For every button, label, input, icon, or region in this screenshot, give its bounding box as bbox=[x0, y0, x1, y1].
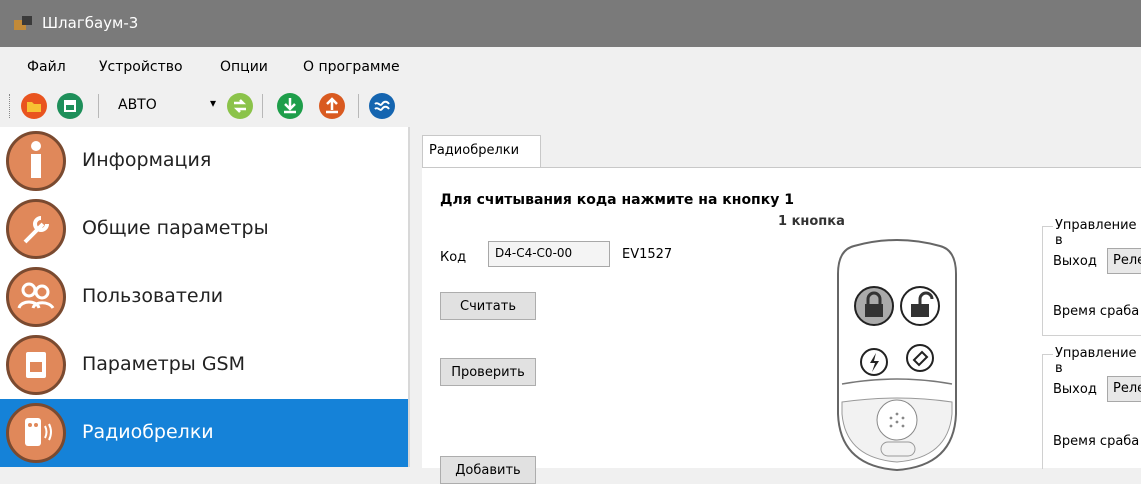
key-fob-illustration bbox=[837, 239, 957, 472]
sidebar-item-label: Общие параметры bbox=[82, 217, 269, 239]
bolt-button-icon bbox=[860, 348, 888, 376]
code-label: Код bbox=[440, 250, 467, 265]
tab-panel: Для считывания кода нажмите на кнопку 1 … bbox=[422, 167, 1141, 484]
add-button[interactable]: Добавить bbox=[440, 456, 536, 484]
trigger-time-label: Время сраба bbox=[1053, 434, 1140, 449]
output-label: Выход bbox=[1053, 382, 1097, 397]
control-group-1: Управление в Выход Реле Время сраба bbox=[1042, 218, 1141, 336]
window-title: Шлагбаум-3 bbox=[42, 14, 139, 32]
sidebar-item-information[interactable]: Информация bbox=[0, 127, 408, 195]
check-button[interactable]: Проверить bbox=[440, 358, 536, 386]
trigger-time-label: Время сраба bbox=[1053, 304, 1140, 319]
read-button[interactable]: Считать bbox=[440, 292, 536, 320]
title-bar: Шлагбаум-3 bbox=[0, 0, 1141, 47]
tag-button-icon bbox=[906, 344, 934, 372]
unlock-button-icon bbox=[900, 286, 940, 326]
menu-options[interactable]: Опции bbox=[220, 59, 268, 75]
output-select-value: Реле bbox=[1113, 253, 1141, 268]
menu-device[interactable]: Устройство bbox=[99, 59, 183, 75]
download-icon[interactable] bbox=[276, 92, 304, 120]
main-content: Радиобрелки Для считывания кода нажмите … bbox=[412, 127, 1141, 484]
output-label: Выход bbox=[1053, 254, 1097, 269]
open-folder-icon[interactable] bbox=[20, 92, 48, 120]
sim-card-icon bbox=[6, 335, 66, 395]
output-select[interactable]: Реле bbox=[1107, 248, 1141, 274]
code-value: D4-C4-C0-00 bbox=[495, 246, 573, 260]
connect-arrows-icon[interactable] bbox=[226, 92, 254, 120]
menu-about[interactable]: О программе bbox=[303, 59, 400, 75]
read-button-label: Считать bbox=[460, 299, 516, 314]
fob-caption: 1 кнопка bbox=[778, 214, 845, 229]
protocol-label: EV1527 bbox=[622, 247, 673, 262]
lock-button-icon bbox=[854, 286, 894, 326]
menu-bar: Файл Устройство Опции О программе bbox=[0, 57, 1141, 79]
toolbar-separator bbox=[358, 94, 359, 118]
upload-icon[interactable] bbox=[318, 92, 346, 120]
sidebar-item-label: Параметры GSM bbox=[82, 353, 246, 375]
sidebar-item-gsm-params[interactable]: Параметры GSM bbox=[0, 331, 408, 399]
toolbar: АВТО ▾ bbox=[0, 88, 1141, 124]
info-icon bbox=[6, 131, 66, 191]
toolbar-separator bbox=[262, 94, 263, 118]
code-field[interactable]: D4-C4-C0-00 bbox=[488, 241, 610, 267]
speaker-grille-icon bbox=[876, 399, 918, 441]
toolbar-separator bbox=[98, 94, 99, 118]
check-button-label: Проверить bbox=[451, 365, 525, 380]
app-icon bbox=[14, 16, 32, 30]
group-title: Управление в bbox=[1053, 346, 1141, 376]
tab-radio-fobs[interactable]: Радиобрелки bbox=[422, 135, 541, 168]
tab-label: Радиобрелки bbox=[429, 143, 520, 158]
control-group-2: Управление в Выход Реле Время сраба bbox=[1042, 346, 1141, 469]
remote-icon bbox=[6, 403, 66, 463]
signal-wave-icon[interactable] bbox=[368, 92, 396, 120]
sidebar-item-users[interactable]: Пользователи bbox=[0, 263, 408, 331]
mode-select[interactable]: АВТО ▾ bbox=[112, 96, 216, 116]
sidebar-item-label: Информация bbox=[82, 149, 212, 171]
mode-select-value: АВТО bbox=[118, 97, 157, 113]
output-select-value: Реле bbox=[1113, 381, 1141, 396]
users-icon bbox=[6, 267, 66, 327]
add-button-label: Добавить bbox=[455, 463, 521, 478]
wrench-icon bbox=[6, 199, 66, 259]
sidebar-item-radio-fobs[interactable]: Радиобрелки bbox=[0, 399, 408, 467]
chevron-down-icon[interactable]: ▾ bbox=[210, 96, 216, 110]
read-instruction-heading: Для считывания кода нажмите на кнопку 1 bbox=[440, 192, 794, 208]
sidebar: Информация Общие параметры Пользователи … bbox=[0, 127, 410, 467]
group-title: Управление в bbox=[1053, 218, 1141, 248]
output-select[interactable]: Реле bbox=[1107, 376, 1141, 402]
sidebar-item-general-params[interactable]: Общие параметры bbox=[0, 195, 408, 263]
sidebar-splitter[interactable] bbox=[408, 127, 410, 467]
sidebar-item-label: Радиобрелки bbox=[82, 421, 214, 443]
save-icon[interactable] bbox=[56, 92, 84, 120]
toolbar-grip[interactable] bbox=[9, 94, 12, 118]
menu-file[interactable]: Файл bbox=[27, 59, 66, 75]
sidebar-item-label: Пользователи bbox=[82, 285, 224, 307]
